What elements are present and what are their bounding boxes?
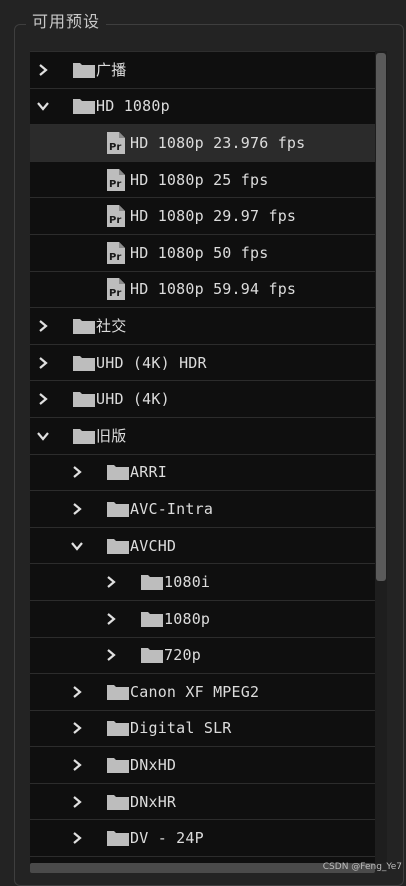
chevron-right-icon[interactable] [70, 465, 84, 479]
svg-text:Pr: Pr [109, 215, 121, 226]
folder-icon [72, 61, 96, 79]
svg-text:Pr: Pr [109, 288, 121, 299]
tree-item-label: Digital SLR [130, 719, 232, 737]
tree-item-label: HD 1080p 50 fps [130, 244, 268, 262]
tree-item-label: 社交 [96, 315, 126, 336]
folder-icon [72, 97, 96, 115]
tree-folder-row[interactable]: 旧版 [30, 418, 375, 455]
premiere-preset-icon: Pr [106, 277, 126, 301]
tree-preset-row[interactable]: Pr HD 1080p 29.97 fps [30, 198, 375, 235]
tree-folder-row[interactable]: AVCHD [30, 528, 375, 565]
chevron-down-icon[interactable] [70, 539, 84, 553]
chevron-right-icon[interactable] [70, 502, 84, 516]
folder-icon [106, 537, 130, 555]
folder-icon [140, 610, 164, 628]
tree-folder-row[interactable]: DV - 24P [30, 820, 375, 857]
tree-item-label: DNxHR [130, 793, 176, 811]
tree-folder-row[interactable]: Canon XF MPEG2 [30, 674, 375, 711]
tree-item-label: UHD (4K) [96, 390, 170, 408]
chevron-down-icon[interactable] [36, 99, 50, 113]
tree-folder-row[interactable]: 广播 [30, 52, 375, 89]
chevron-right-icon[interactable] [104, 575, 118, 589]
chevron-right-icon[interactable] [104, 648, 118, 662]
tree-item-label: Canon XF MPEG2 [130, 683, 259, 701]
chevron-down-icon[interactable] [36, 429, 50, 443]
tree-item-label: HD 1080p 23.976 fps [130, 134, 305, 152]
chevron-right-icon[interactable] [70, 795, 84, 809]
tree-folder-row[interactable]: 720p [30, 638, 375, 675]
premiere-preset-icon: Pr [106, 204, 126, 228]
tree-preset-row[interactable]: Pr HD 1080p 23.976 fps [30, 125, 375, 162]
chevron-right-icon[interactable] [36, 356, 50, 370]
tree-item-label: 1080i [164, 573, 210, 591]
tree-folder-row[interactable]: Digital SLR [30, 711, 375, 748]
tree-item-label: HD 1080p 25 fps [130, 171, 268, 189]
tree-preset-row[interactable]: Pr HD 1080p 50 fps [30, 235, 375, 272]
vertical-scroll-thumb[interactable] [376, 53, 386, 581]
tree-item-label: AVCHD [130, 537, 176, 555]
tree-folder-row[interactable]: 1080i [30, 564, 375, 601]
tree-item-label: DNxHD [130, 756, 176, 774]
tree-folder-row[interactable]: DNxHD [30, 747, 375, 784]
tree-folder-row[interactable]: AVC-Intra [30, 491, 375, 528]
folder-icon [106, 500, 130, 518]
svg-text:Pr: Pr [109, 252, 121, 263]
chevron-right-icon[interactable] [70, 831, 84, 845]
tree-item-label: DV - 24P [130, 829, 204, 847]
chevron-right-icon[interactable] [36, 319, 50, 333]
folder-icon [106, 719, 130, 737]
tree-folder-row[interactable]: DNxHR [30, 784, 375, 821]
tree-item-label: 旧版 [96, 425, 126, 446]
chevron-right-icon[interactable] [70, 758, 84, 772]
svg-text:Pr: Pr [109, 179, 121, 190]
chevron-right-icon[interactable] [70, 721, 84, 735]
folder-icon [106, 683, 130, 701]
panel-title: 可用预设 [26, 11, 106, 33]
tree-item-label: HD 1080p 59.94 fps [130, 280, 296, 298]
folder-icon [72, 390, 96, 408]
preset-tree[interactable]: 广播 HD 1080p Pr HD 1080p 23.976 fps Pr HD 1080… [30, 51, 375, 864]
tree-folder-row[interactable]: ARRI [30, 455, 375, 492]
folder-icon [106, 793, 130, 811]
tree-preset-row[interactable]: Pr HD 1080p 25 fps [30, 162, 375, 199]
tree-folder-row[interactable]: UHD (4K) HDR [30, 345, 375, 382]
tree-item-label: 广播 [96, 59, 126, 80]
watermark: CSDN @Feng_Ye7 [323, 862, 402, 872]
folder-icon [72, 354, 96, 372]
folder-icon [106, 463, 130, 481]
chevron-right-icon[interactable] [70, 685, 84, 699]
tree-item-label: ARRI [130, 463, 167, 481]
premiere-preset-icon: Pr [106, 168, 126, 192]
tree-folder-row[interactable]: 1080p [30, 601, 375, 638]
tree-folder-row[interactable]: UHD (4K) [30, 381, 375, 418]
folder-icon [140, 646, 164, 664]
svg-text:Pr: Pr [109, 142, 121, 153]
tree-item-label: 720p [164, 646, 201, 664]
tree-folder-row[interactable]: HD 1080p [30, 89, 375, 126]
premiere-preset-icon: Pr [106, 241, 126, 265]
tree-item-label: UHD (4K) HDR [96, 354, 207, 372]
tree-preset-row[interactable]: Pr HD 1080p 59.94 fps [30, 272, 375, 309]
tree-item-label: HD 1080p [96, 97, 170, 115]
folder-icon [140, 573, 164, 591]
tree-item-label: HD 1080p 29.97 fps [130, 207, 296, 225]
chevron-right-icon[interactable] [36, 63, 50, 77]
tree-item-label: 1080p [164, 610, 210, 628]
folder-icon [106, 756, 130, 774]
folder-icon [72, 317, 96, 335]
tree-folder-row[interactable]: 社交 [30, 308, 375, 345]
chevron-right-icon[interactable] [36, 392, 50, 406]
premiere-preset-icon: Pr [106, 131, 126, 155]
chevron-right-icon[interactable] [104, 612, 118, 626]
folder-icon [106, 829, 130, 847]
tree-item-label: AVC-Intra [130, 500, 213, 518]
folder-icon [72, 427, 96, 445]
